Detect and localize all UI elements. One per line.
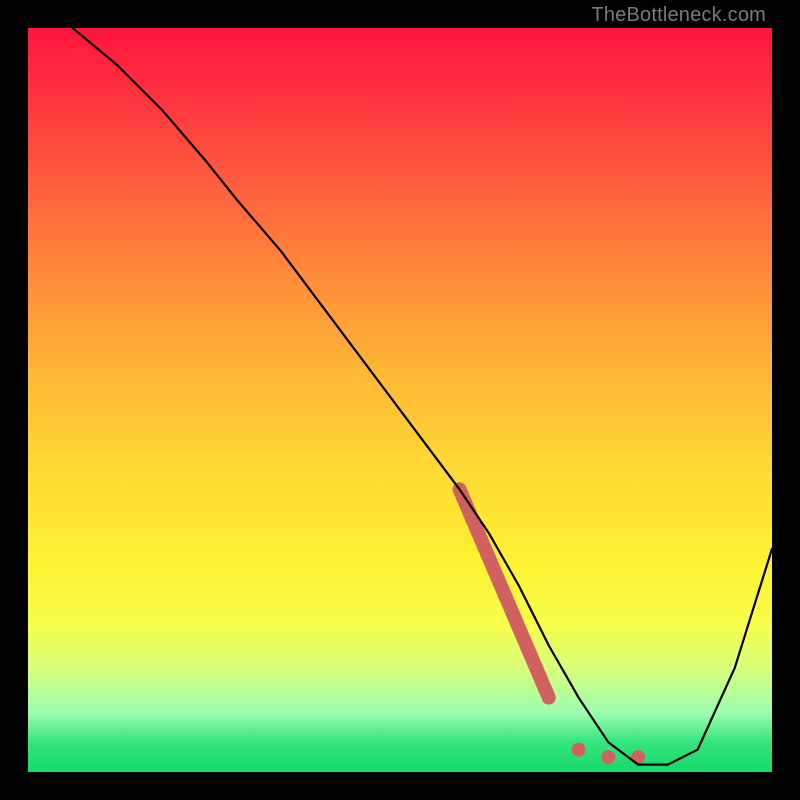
highlight-dot bbox=[601, 750, 615, 764]
chart-svg bbox=[28, 28, 772, 772]
highlight-dot bbox=[572, 743, 586, 757]
plot-area bbox=[28, 28, 772, 772]
bottleneck-curve bbox=[28, 28, 772, 765]
attribution-watermark: TheBottleneck.com bbox=[591, 4, 766, 27]
chart-frame: TheBottleneck.com bbox=[0, 0, 800, 800]
highlight-segment bbox=[460, 489, 549, 697]
